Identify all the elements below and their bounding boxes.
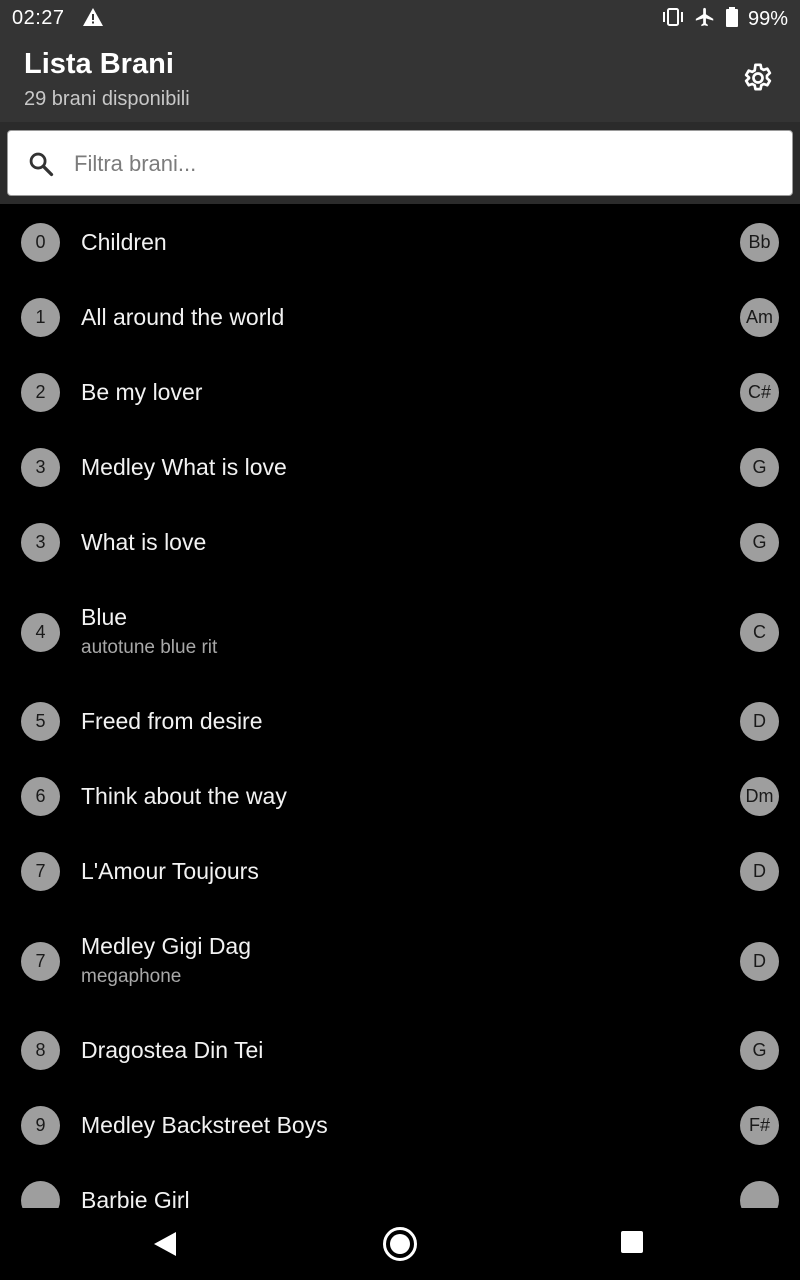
song-number: 5 bbox=[21, 702, 60, 741]
song-key-badge: Bb bbox=[740, 223, 779, 262]
app-bar: Lista Brani 29 brani disponibili bbox=[0, 36, 800, 122]
gear-icon bbox=[744, 63, 772, 91]
song-key-badge: D bbox=[740, 852, 779, 891]
battery-icon bbox=[725, 7, 738, 32]
song-key-badge: D bbox=[740, 702, 779, 741]
search-icon bbox=[27, 150, 55, 183]
list-item[interactable]: 0 Children Bb bbox=[0, 204, 800, 279]
song-number: 1 bbox=[21, 298, 60, 337]
song-subtitle: megaphone bbox=[81, 966, 182, 987]
song-number bbox=[21, 1181, 60, 1208]
song-number: 3 bbox=[21, 448, 60, 487]
song-number: 7 bbox=[21, 852, 60, 891]
song-key-badge: D bbox=[740, 942, 779, 981]
song-title: Medley Backstreet Boys bbox=[81, 1112, 328, 1138]
list-item[interactable]: 4 Blue autotune blue rit C bbox=[0, 579, 800, 683]
list-item[interactable]: 7 Medley Gigi Dag megaphone D bbox=[0, 908, 800, 1012]
list-item[interactable]: 8 Dragostea Din Tei G bbox=[0, 1012, 800, 1087]
song-key-badge: Am bbox=[740, 298, 779, 337]
song-key-badge: Dm bbox=[740, 777, 779, 816]
song-number: 6 bbox=[21, 777, 60, 816]
warning-icon bbox=[83, 8, 103, 31]
song-number: 2 bbox=[21, 373, 60, 412]
song-key-badge: F# bbox=[740, 1106, 779, 1145]
back-icon[interactable] bbox=[152, 1230, 178, 1263]
search-input[interactable] bbox=[72, 143, 776, 185]
airplane-mode-icon bbox=[694, 6, 716, 33]
battery-percent: 99% bbox=[747, 8, 788, 30]
search-bar bbox=[0, 122, 800, 204]
status-bar: 02:27 99% bbox=[0, 0, 800, 36]
song-number: 0 bbox=[21, 223, 60, 262]
list-item[interactable]: 2 Be my lover C# bbox=[0, 354, 800, 429]
song-title: Children bbox=[81, 229, 167, 255]
song-key-badge bbox=[740, 1181, 779, 1208]
vibrate-icon bbox=[662, 7, 684, 32]
recents-icon[interactable] bbox=[620, 1230, 644, 1259]
song-title: Think about the way bbox=[81, 783, 287, 809]
song-list: 0 Children Bb 1 All around the world Am … bbox=[0, 204, 800, 1208]
song-title: Be my lover bbox=[81, 379, 203, 405]
song-title: Medley What is love bbox=[81, 454, 287, 480]
song-key-badge: G bbox=[740, 523, 779, 562]
song-key-badge: C bbox=[740, 613, 779, 652]
song-title: Barbie Girl bbox=[81, 1187, 190, 1208]
song-number: 8 bbox=[21, 1031, 60, 1070]
status-time: 02:27 bbox=[12, 7, 65, 29]
status-icons: 99% bbox=[662, 6, 788, 33]
song-title: Blue bbox=[81, 604, 128, 630]
list-item[interactable]: 3 Medley What is love G bbox=[0, 429, 800, 504]
song-title: What is love bbox=[81, 529, 207, 555]
home-icon[interactable] bbox=[382, 1226, 418, 1267]
song-title: L'Amour Toujours bbox=[81, 858, 259, 884]
song-number: 7 bbox=[21, 942, 60, 981]
song-number: 4 bbox=[21, 613, 60, 652]
song-key-badge: C# bbox=[740, 373, 779, 412]
navigation-bar bbox=[0, 1208, 800, 1280]
song-key-badge: G bbox=[740, 448, 779, 487]
song-number: 3 bbox=[21, 523, 60, 562]
song-key-badge: G bbox=[740, 1031, 779, 1070]
song-title: Medley Gigi Dag bbox=[81, 933, 252, 959]
song-count: 29 brani disponibili bbox=[24, 88, 190, 110]
list-item[interactable]: 5 Freed from desire D bbox=[0, 683, 800, 758]
list-item[interactable]: Barbie Girl bbox=[0, 1162, 800, 1208]
list-item[interactable]: 3 What is love G bbox=[0, 504, 800, 579]
song-number: 9 bbox=[21, 1106, 60, 1145]
list-item[interactable]: 7 L'Amour Toujours D bbox=[0, 833, 800, 908]
list-item[interactable]: 1 All around the world Am bbox=[0, 279, 800, 354]
song-title: Freed from desire bbox=[81, 708, 263, 734]
list-item[interactable]: 9 Medley Backstreet Boys F# bbox=[0, 1087, 800, 1162]
list-item[interactable]: 6 Think about the way Dm bbox=[0, 758, 800, 833]
song-title: All around the world bbox=[81, 304, 285, 330]
settings-button[interactable] bbox=[740, 60, 776, 96]
search-field[interactable] bbox=[7, 130, 793, 196]
page-title: Lista Brani bbox=[24, 48, 174, 80]
song-subtitle: autotune blue rit bbox=[81, 637, 218, 658]
song-title: Dragostea Din Tei bbox=[81, 1037, 264, 1063]
